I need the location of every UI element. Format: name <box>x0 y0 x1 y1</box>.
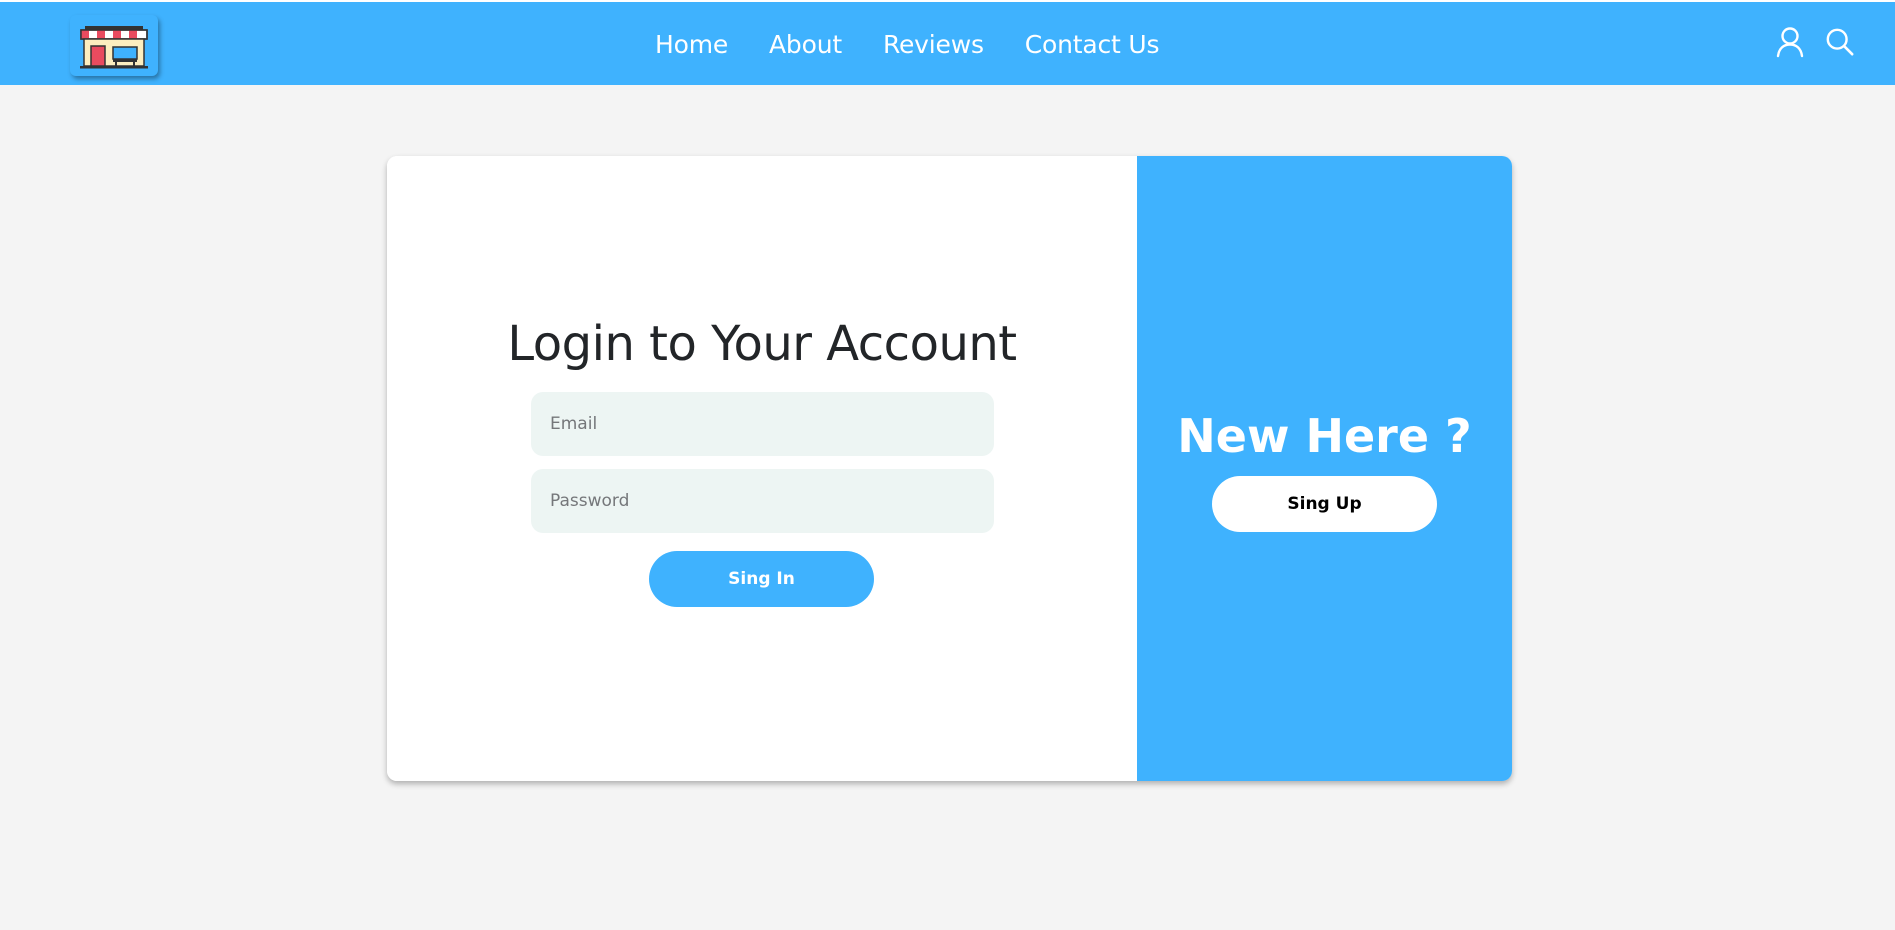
auth-card: Login to Your Account Sing In New Here ?… <box>387 156 1512 781</box>
nav-link-contact-us[interactable]: Contact Us <box>1025 30 1160 59</box>
nav-link-home[interactable]: Home <box>655 30 728 59</box>
nav-icons <box>1775 26 1855 58</box>
top-navbar: Home About Reviews Contact Us <box>0 0 1895 85</box>
main-nav: Home About Reviews Contact Us <box>655 2 1160 87</box>
password-field[interactable] <box>531 469 994 533</box>
shop-storefront-icon <box>80 25 148 68</box>
login-panel: Login to Your Account Sing In <box>387 156 1137 781</box>
sign-up-button[interactable]: Sing Up <box>1212 476 1437 532</box>
nav-link-reviews[interactable]: Reviews <box>883 30 984 59</box>
search-icon[interactable] <box>1825 26 1855 58</box>
new-here-title: New Here ? <box>1177 409 1472 463</box>
signup-panel: New Here ? Sing Up <box>1137 156 1512 781</box>
sign-in-button[interactable]: Sing In <box>649 551 874 607</box>
logo-link[interactable] <box>70 15 158 76</box>
user-icon[interactable] <box>1775 26 1805 58</box>
email-field[interactable] <box>531 392 994 456</box>
nav-link-about[interactable]: About <box>769 30 842 59</box>
login-title: Login to Your Account <box>507 316 1017 372</box>
